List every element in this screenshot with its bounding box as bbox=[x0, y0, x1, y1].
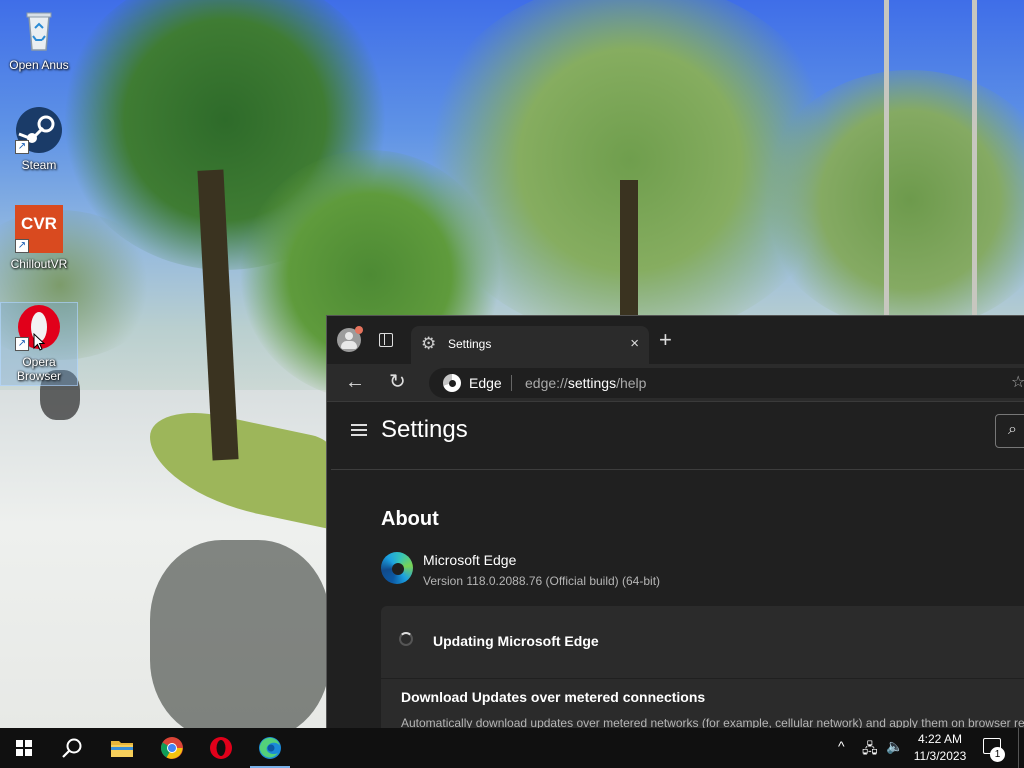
hamburger-menu-icon[interactable] bbox=[351, 424, 367, 436]
opera-icon bbox=[210, 737, 232, 759]
chilloutvr-badge-text: CVR bbox=[21, 214, 57, 233]
settings-search-input[interactable]: ⌕ bbox=[995, 414, 1024, 448]
back-button[interactable]: ← bbox=[345, 371, 365, 393]
search-button[interactable] bbox=[48, 728, 96, 768]
desktop-icon-label: Open Anus bbox=[9, 58, 69, 72]
desktop-icon-label: Steam bbox=[21, 158, 57, 172]
wallpaper-shadow bbox=[150, 540, 330, 728]
new-tab-button[interactable]: + bbox=[659, 328, 672, 352]
metered-updates-card[interactable]: Download Updates over metered connection… bbox=[381, 679, 1024, 728]
loading-spinner-icon bbox=[399, 632, 413, 646]
settings-page: Settings ⌕ About Microsoft Edge Version … bbox=[327, 402, 1024, 728]
search-icon: ⌕ bbox=[1008, 421, 1017, 438]
recycle-bin-icon bbox=[15, 6, 63, 54]
tab-actions-menu-button[interactable] bbox=[379, 333, 393, 347]
wallpaper-pole bbox=[884, 0, 889, 320]
notification-count-badge: 1 bbox=[990, 747, 1005, 762]
edge-icon bbox=[259, 737, 281, 759]
microsoft-edge-logo-icon bbox=[381, 552, 413, 584]
folder-icon bbox=[111, 741, 133, 757]
shortcut-arrow-icon: ↗ bbox=[15, 337, 29, 351]
address-separator bbox=[511, 375, 512, 391]
update-status-card: Updating Microsoft Edge bbox=[381, 606, 1024, 678]
wallpaper-trunk bbox=[620, 180, 638, 320]
favorite-star-icon[interactable]: ☆ bbox=[1011, 372, 1024, 392]
edge-browser-window[interactable]: ⚙ Settings × + ← ↻ Edge edge://settings/… bbox=[326, 315, 1024, 728]
update-status-text: Updating Microsoft Edge bbox=[433, 633, 599, 649]
product-version: Version 118.0.2088.76 (Official build) (… bbox=[423, 574, 661, 588]
url-text[interactable]: edge://settings/help bbox=[525, 375, 646, 391]
settings-gear-icon: ⚙ bbox=[421, 334, 437, 353]
tab-strip: ⚙ Settings × + bbox=[327, 316, 1024, 364]
volume-muted-icon[interactable]: 🔈 bbox=[886, 738, 903, 755]
site-label: Edge bbox=[469, 375, 502, 391]
chilloutvr-icon: CVR ↗ bbox=[15, 205, 63, 253]
product-name: Microsoft Edge bbox=[423, 552, 517, 568]
metered-updates-description: Automatically download updates over mete… bbox=[401, 716, 1024, 728]
desktop-icon-label: ChilloutVR bbox=[10, 257, 68, 271]
chrome-icon bbox=[161, 737, 183, 759]
opera-taskbar-button[interactable] bbox=[197, 728, 245, 768]
shortcut-arrow-icon: ↗ bbox=[15, 140, 29, 154]
tab-title: Settings bbox=[448, 337, 492, 351]
desktop-icon-opera[interactable]: ↗ Opera Browser bbox=[0, 302, 78, 386]
wallpaper-pole bbox=[972, 0, 977, 320]
taskbar-clock[interactable]: 4:22 AM 11/3/2023 bbox=[906, 731, 974, 765]
show-hidden-icons-chevron[interactable]: ^ bbox=[838, 738, 845, 754]
clock-date: 11/3/2023 bbox=[913, 749, 967, 763]
metered-updates-title: Download Updates over metered connection… bbox=[401, 689, 706, 705]
desktop-icon-chilloutvr[interactable]: CVR ↗ ChilloutVR bbox=[1, 205, 77, 271]
desktop-icon-steam[interactable]: ↗ Steam bbox=[1, 106, 77, 172]
section-title: About bbox=[381, 508, 439, 530]
desktop-icon-recycle-bin[interactable]: Open Anus bbox=[1, 6, 77, 72]
windows-logo-icon bbox=[16, 740, 32, 756]
search-icon bbox=[62, 738, 82, 758]
steam-icon: ↗ bbox=[15, 106, 63, 154]
edge-site-icon bbox=[443, 374, 461, 392]
tab-settings[interactable]: ⚙ Settings × bbox=[411, 326, 649, 364]
show-desktop-button[interactable] bbox=[1018, 728, 1019, 768]
start-button[interactable] bbox=[0, 728, 48, 768]
edge-taskbar-button[interactable] bbox=[246, 728, 294, 768]
profile-button[interactable] bbox=[337, 326, 363, 352]
address-bar[interactable]: Edge edge://settings/help bbox=[429, 368, 1024, 398]
page-title: Settings bbox=[381, 416, 468, 443]
network-icon[interactable]: 🖧 bbox=[862, 738, 878, 762]
clock-time: 4:22 AM bbox=[917, 732, 963, 746]
file-explorer-button[interactable] bbox=[98, 728, 146, 768]
browser-toolbar: ← ↻ Edge edge://settings/help ☆ bbox=[327, 364, 1024, 402]
shortcut-arrow-icon: ↗ bbox=[15, 239, 29, 253]
refresh-button[interactable]: ↻ bbox=[389, 371, 406, 393]
tab-close-icon[interactable]: × bbox=[630, 335, 639, 352]
opera-icon: ↗ bbox=[15, 303, 63, 351]
settings-header: Settings ⌕ bbox=[331, 402, 1024, 470]
desktop-icon-label: Opera Browser bbox=[16, 355, 61, 383]
mouse-cursor-icon bbox=[33, 333, 46, 351]
taskbar: ^ 🖧 🔈 4:22 AM 11/3/2023 1 bbox=[0, 728, 1024, 768]
chrome-button[interactable] bbox=[148, 728, 196, 768]
